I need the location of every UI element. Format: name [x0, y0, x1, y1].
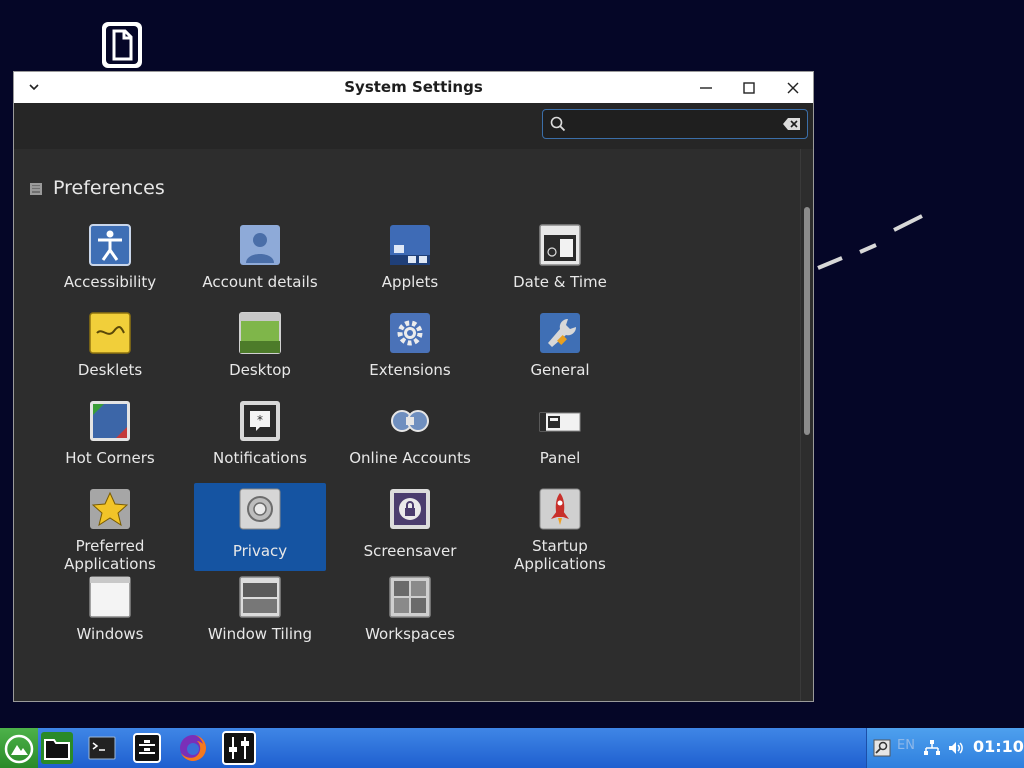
- panel-icon: [539, 412, 581, 432]
- gear-icon: [390, 313, 430, 353]
- setting-applets[interactable]: Applets: [344, 219, 476, 307]
- star-icon: [90, 489, 130, 529]
- setting-date-time[interactable]: Date & Time: [494, 219, 626, 307]
- title-bar[interactable]: System Settings: [14, 72, 813, 104]
- terminal-icon[interactable]: [85, 731, 119, 765]
- setting-privacy[interactable]: Privacy: [194, 483, 326, 571]
- setting-screensaver[interactable]: Screensaver: [344, 483, 476, 571]
- tile-label: Account details: [202, 273, 318, 291]
- setting-accessibility[interactable]: Accessibility: [44, 219, 176, 307]
- file-manager-icon[interactable]: [40, 731, 74, 765]
- tile-label: Hot Corners: [65, 449, 155, 467]
- maximize-icon[interactable]: [740, 79, 758, 97]
- window-tiling-icon: [239, 576, 281, 618]
- tile-label: Panel: [539, 449, 581, 467]
- setting-window-tiling[interactable]: Window Tiling: [194, 571, 326, 659]
- tile-label: Preferred Applications: [64, 537, 156, 573]
- notification-icon: *: [240, 401, 280, 441]
- svg-text:*: *: [257, 413, 263, 427]
- keyboard-layout[interactable]: EN: [897, 738, 915, 753]
- preferences-section-icon: [30, 183, 42, 195]
- tile-label: Screensaver: [363, 542, 457, 560]
- setting-notifications[interactable]: * Notifications: [194, 395, 326, 483]
- privacy-icon: [239, 488, 281, 530]
- search-input[interactable]: [571, 113, 771, 135]
- desklets-icon: [89, 312, 131, 354]
- scrollbar[interactable]: [800, 149, 813, 701]
- search-tray-icon[interactable]: [873, 739, 891, 757]
- tile-label: Windows: [76, 625, 144, 643]
- tile-label: Extensions: [369, 361, 451, 379]
- setting-extensions[interactable]: Extensions: [344, 307, 476, 395]
- system-settings-window: System Settings Preferences Accessibilit…: [13, 71, 814, 702]
- tile-label: Privacy: [232, 542, 288, 560]
- setting-desklets[interactable]: Desklets: [44, 307, 176, 395]
- tile-label: Accessibility: [63, 273, 157, 291]
- start-menu-button[interactable]: [0, 728, 38, 768]
- lock-icon: [390, 489, 430, 529]
- clear-search-icon[interactable]: [783, 117, 801, 131]
- setting-desktop[interactable]: Desktop: [194, 307, 326, 395]
- online-accounts-icon: [391, 410, 429, 432]
- tile-label: Workspaces: [365, 625, 455, 643]
- window-icon: [89, 576, 131, 618]
- clock[interactable]: 01:10: [973, 737, 1024, 756]
- setting-account-details[interactable]: Account details: [194, 219, 326, 307]
- minimize-icon[interactable]: [697, 79, 715, 97]
- scrollbar-thumb[interactable]: [804, 207, 810, 435]
- setting-hot-corners[interactable]: Hot Corners: [44, 395, 176, 483]
- archive-icon[interactable]: [130, 731, 164, 765]
- search-box[interactable]: [542, 109, 808, 139]
- applets-icon: [390, 225, 430, 265]
- file-icon[interactable]: [100, 20, 144, 70]
- close-icon[interactable]: [784, 79, 802, 97]
- tile-label: Online Accounts: [349, 449, 471, 467]
- tile-label: Notifications: [213, 449, 307, 467]
- setting-general[interactable]: General: [494, 307, 626, 395]
- settings-app-icon[interactable]: [222, 731, 256, 765]
- tile-label: General: [530, 361, 590, 379]
- firefox-icon[interactable]: [176, 731, 210, 765]
- rocket-icon: [539, 488, 581, 530]
- workspaces-icon: [389, 576, 431, 618]
- tile-label: Desktop: [229, 361, 291, 379]
- volume-icon[interactable]: [947, 739, 965, 757]
- tile-label: Applets: [381, 273, 439, 291]
- network-icon[interactable]: [923, 739, 941, 757]
- account-icon: [240, 225, 280, 265]
- system-tray: EN 01:10: [866, 728, 1024, 768]
- tile-label: Window Tiling: [207, 625, 313, 643]
- settings-content: Preferences Accessibility Account detail…: [14, 149, 800, 701]
- setting-windows[interactable]: Windows: [44, 571, 176, 659]
- setting-preferred-applications[interactable]: Preferred Applications: [44, 483, 176, 573]
- wrench-icon: [540, 313, 580, 353]
- desktop-icon: [239, 312, 281, 354]
- tile-label: Date & Time: [513, 273, 607, 291]
- setting-online-accounts[interactable]: Online Accounts: [344, 395, 476, 483]
- setting-startup-applications[interactable]: Startup Applications: [494, 483, 626, 573]
- setting-panel[interactable]: Panel: [494, 395, 626, 483]
- tile-label: Desklets: [77, 361, 143, 379]
- accessibility-icon: [89, 224, 131, 266]
- section-title: Preferences: [53, 177, 165, 199]
- toolbar: [14, 103, 813, 149]
- hot-corners-icon: [90, 401, 130, 441]
- taskbar: EN 01:10: [0, 728, 1024, 768]
- tile-label: Startup Applications: [514, 537, 606, 573]
- desktop-decoration: [817, 214, 923, 270]
- search-icon: [550, 116, 566, 132]
- setting-workspaces[interactable]: Workspaces: [344, 571, 476, 659]
- start-icon: [4, 734, 34, 764]
- window-title: System Settings: [344, 78, 483, 96]
- calendar-icon: [539, 224, 581, 266]
